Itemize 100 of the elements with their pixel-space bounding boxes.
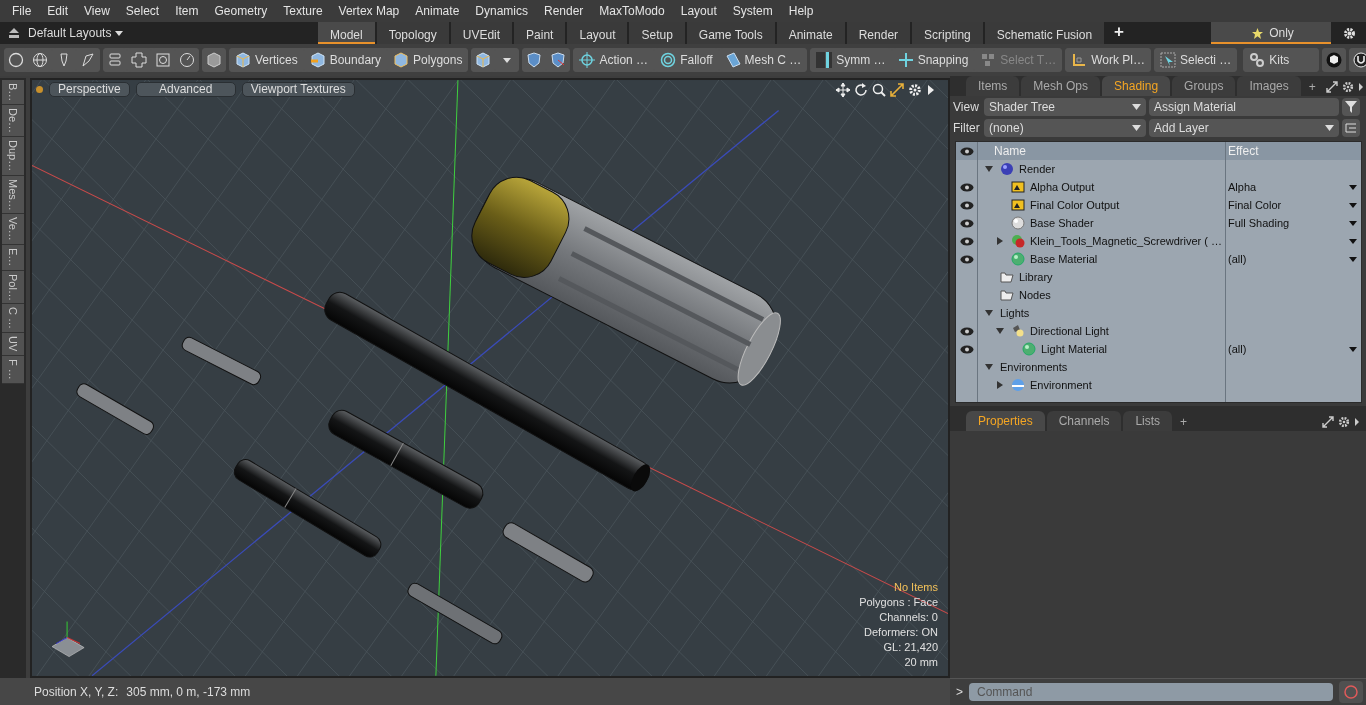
side-tab[interactable]: Pol… <box>2 270 24 305</box>
side-tab[interactable]: UV <box>2 333 24 356</box>
play-icon[interactable] <box>926 83 936 97</box>
caret-icon[interactable] <box>1349 346 1357 352</box>
zoom-icon[interactable] <box>872 83 886 97</box>
maximize-icon[interactable] <box>890 83 904 97</box>
tree-item-label[interactable]: Klein_Tools_Magnetic_Screwdriver ( … <box>1030 232 1222 250</box>
side-tab[interactable]: B… <box>2 80 24 106</box>
toolbar-button[interactable]: Kits <box>1243 48 1320 72</box>
menu-item[interactable]: Layout <box>672 2 725 20</box>
menu-item[interactable]: Render <box>536 2 592 20</box>
panel-tab[interactable]: Images <box>1237 76 1301 96</box>
tree-item-label[interactable]: Environment <box>1030 376 1092 394</box>
collapsed-arrow-icon[interactable] <box>996 237 1004 245</box>
move-icon[interactable] <box>836 83 850 97</box>
u-logo-icon[interactable] <box>1353 52 1366 68</box>
caret-icon[interactable] <box>1349 238 1357 244</box>
tree-item-label[interactable]: Nodes <box>1019 286 1051 304</box>
eye-icon[interactable] <box>959 200 974 210</box>
command-field[interactable]: Command <box>969 683 1333 701</box>
cube-badge-icon[interactable] <box>1326 52 1343 68</box>
lasso-icon[interactable] <box>80 52 96 68</box>
tree-item-label[interactable]: Library <box>1019 268 1053 286</box>
expanded-arrow-icon[interactable] <box>996 327 1004 335</box>
viewport-button[interactable]: Advanced <box>135 82 236 97</box>
menu-item[interactable]: Item <box>167 2 207 20</box>
square-target-icon[interactable] <box>155 52 171 68</box>
cube-icon[interactable] <box>206 52 222 68</box>
layout-tab[interactable]: Paint <box>514 22 566 44</box>
caret-icon[interactable] <box>1349 202 1357 208</box>
viewport-button[interactable]: Viewport Textures <box>241 82 355 97</box>
expanded-arrow-icon[interactable] <box>985 165 993 173</box>
side-tab[interactable]: E… <box>2 245 24 271</box>
filter-icon[interactable] <box>1345 100 1357 113</box>
add-layer-dropdown[interactable]: Add Layer <box>1149 118 1339 137</box>
tree-item-label[interactable]: Alpha Output <box>1030 178 1095 196</box>
expanded-arrow-icon[interactable] <box>985 363 993 371</box>
layout-tab[interactable]: Animate <box>776 22 845 44</box>
side-tab[interactable]: F … <box>2 355 24 384</box>
filter-dropdown[interactable]: (none) <box>984 118 1146 137</box>
side-tab[interactable]: Ve… <box>2 214 24 246</box>
layout-tab[interactable]: Setup <box>629 22 685 44</box>
menu-item[interactable]: MaxToModo <box>591 2 673 20</box>
caret-icon[interactable] <box>1349 220 1357 226</box>
settings-icon[interactable] <box>1341 81 1354 93</box>
tree-item-label[interactable]: Base Shader <box>1030 214 1094 232</box>
panel-tab[interactable]: Shading <box>1102 76 1171 96</box>
add-tab-button[interactable]: + <box>1302 78 1322 96</box>
tree-item-label[interactable]: Final Color Output <box>1030 196 1120 214</box>
cube-icon[interactable] <box>475 52 492 68</box>
toolbar-button[interactable]: Work Pl… <box>1065 48 1151 72</box>
layout-dropdown[interactable]: Default Layouts <box>28 22 318 44</box>
layout-tab[interactable]: Layout <box>567 22 628 44</box>
panel-tab[interactable]: Channels <box>1046 411 1122 431</box>
maximize-icon[interactable] <box>1322 416 1334 428</box>
rotate-icon[interactable] <box>854 83 868 97</box>
up-arrow-icon[interactable] <box>8 27 20 39</box>
globe-icon[interactable] <box>32 52 48 68</box>
panel-tab[interactable]: Lists <box>1123 411 1173 431</box>
menu-item[interactable]: Help <box>780 2 822 20</box>
layout-tab[interactable]: Topology <box>376 22 449 44</box>
settings-icon[interactable] <box>1338 416 1350 428</box>
eye-icon[interactable] <box>959 182 974 192</box>
menu-item[interactable]: System <box>724 2 781 20</box>
menu-item[interactable]: File <box>4 2 40 20</box>
menu-item[interactable]: Texture <box>275 2 331 20</box>
toolbar-button[interactable]: Selecti … <box>1153 48 1238 72</box>
eye-icon[interactable] <box>959 254 974 264</box>
play-icon[interactable] <box>1357 81 1364 93</box>
list-icon[interactable] <box>1345 121 1357 134</box>
menu-item[interactable]: Animate <box>407 2 468 20</box>
layout-tab[interactable]: Schematic Fusion <box>984 22 1105 44</box>
menu-item[interactable]: Geometry <box>206 2 276 20</box>
layout-tab[interactable]: Scripting <box>912 22 983 44</box>
side-tab[interactable]: C … <box>2 304 24 334</box>
side-tab[interactable]: Dup… <box>2 137 24 176</box>
layout-tab[interactable]: Render <box>846 22 911 44</box>
assign-material-field[interactable]: Assign Material <box>1149 97 1339 116</box>
panel-tab[interactable]: Groups <box>1172 76 1236 96</box>
layout-tab[interactable]: Game Tools <box>686 22 775 44</box>
menu-item[interactable]: Vertex Map <box>330 2 408 20</box>
expanded-arrow-icon[interactable] <box>985 309 993 317</box>
tree-item-label[interactable]: Base Material <box>1030 250 1098 268</box>
settings-icon[interactable] <box>1343 26 1356 40</box>
panel-tab[interactable]: Mesh Ops <box>1021 76 1101 96</box>
maximize-icon[interactable] <box>1325 81 1338 93</box>
cross-shape-icon[interactable] <box>131 52 147 68</box>
side-tab[interactable]: De… <box>2 105 24 138</box>
menu-item[interactable]: Dynamics <box>467 2 536 20</box>
tree-item-label[interactable]: Render <box>1019 160 1056 178</box>
shield-icon[interactable] <box>550 52 567 68</box>
align-icon[interactable] <box>107 52 123 68</box>
eye-icon[interactable] <box>959 146 974 156</box>
tree-item-label[interactable]: Environments <box>1000 358 1068 376</box>
shield-icon[interactable] <box>526 52 543 68</box>
tree-item-label[interactable]: Lights <box>1000 304 1030 322</box>
side-tab[interactable]: Mes… <box>2 175 24 215</box>
viewport-button[interactable]: Perspective <box>49 82 130 97</box>
menu-item[interactable]: Select <box>117 2 168 20</box>
eye-icon[interactable] <box>959 218 974 228</box>
